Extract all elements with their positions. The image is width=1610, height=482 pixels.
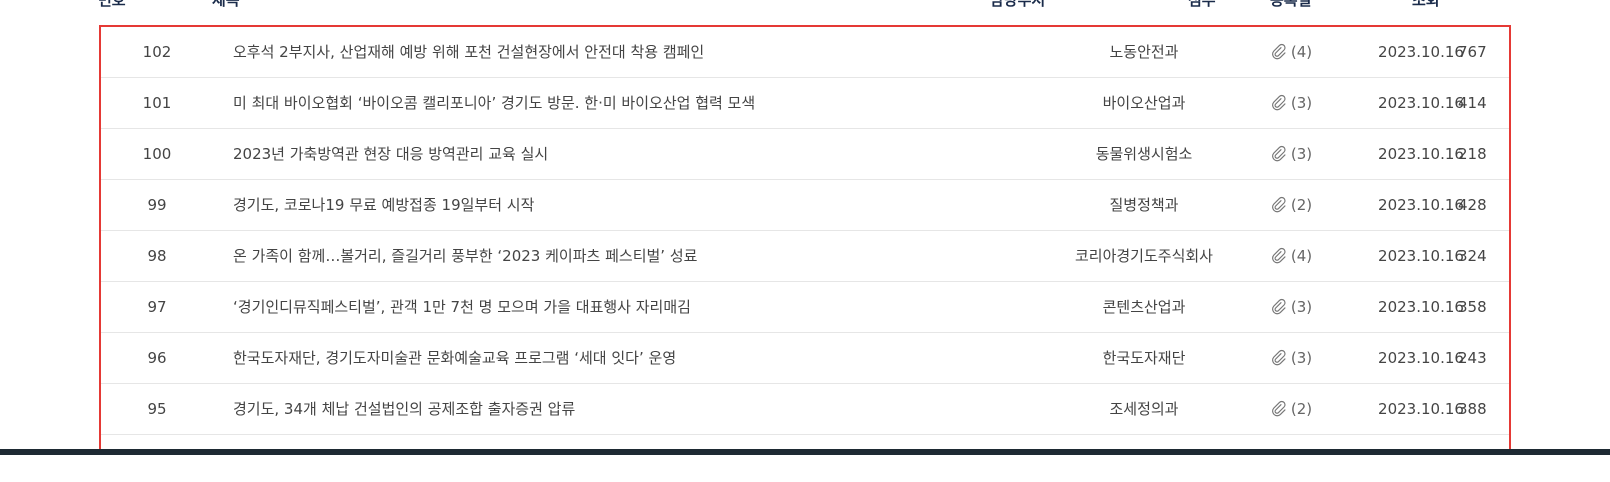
table-row[interactable]: 96 한국도자재단, 경기도자미술관 문화예술교육 프로그램 ‘세대 잇다’ 운… [101, 333, 1509, 384]
row-title-link[interactable]: 경기도, 코로나19 무료 예방접종 19일부터 시작 [233, 196, 534, 214]
row-title-link[interactable]: 오후석 2부지사, 산업재해 예방 위해 포천 건설현장에서 안전대 착용 캠페… [233, 43, 704, 61]
table-row[interactable]: 98 온 가족이 함께…볼거리, 즐길거리 풍부한 ‘2023 케이파츠 페스티… [101, 231, 1509, 282]
row-views: 243 [1458, 349, 1487, 367]
row-number: 100 [142, 145, 172, 163]
table-row[interactable]: 97 ‘경기인디뮤직페스티벌’, 관객 1만 7천 명 모으며 가을 대표행사 … [101, 282, 1509, 333]
header-date: 등록일 [1270, 0, 1312, 9]
row-number: 101 [142, 94, 172, 112]
row-views: 218 [1458, 145, 1487, 163]
row-title-link[interactable]: 한국도자재단, 경기도자미술관 문화예술교육 프로그램 ‘세대 잇다’ 운영 [233, 349, 676, 367]
row-title-link[interactable]: 경기도, 34개 체납 건설법인의 공제조합 출자증권 압류 [233, 400, 575, 418]
row-number: 95 [147, 400, 167, 418]
row-title-link[interactable]: 2023년 가축방역관 현장 대응 방역관리 교육 실시 [233, 145, 548, 163]
row-title-link[interactable]: 미 최대 바이오협회 ‘바이오콤 캘리포니아’ 경기도 방문. 한·미 바이오산… [233, 94, 755, 112]
table-header: 번호 제목 담당부서 첨부 등록일 조회 [98, 0, 1512, 9]
row-number: 96 [147, 349, 167, 367]
press-release-board: 번호 제목 담당부서 첨부 등록일 조회 102 오후석 2부지사, 산업재해 … [0, 0, 1610, 482]
footer-spacer [0, 455, 1610, 482]
table-row[interactable]: 102 오후석 2부지사, 산업재해 예방 위해 포천 건설현장에서 안전대 착… [101, 27, 1509, 78]
header-title: 제목 [212, 0, 240, 9]
table-row[interactable]: 95 경기도, 34개 체납 건설법인의 공제조합 출자증권 압류 조세정의과 … [101, 384, 1509, 435]
row-number: 97 [147, 298, 167, 316]
row-title-link[interactable]: 온 가족이 함께…볼거리, 즐길거리 풍부한 ‘2023 케이파츠 페스티벌’ … [233, 247, 697, 265]
row-title-link[interactable]: ‘경기인디뮤직페스티벌’, 관객 1만 7천 명 모으며 가을 대표행사 자리매… [233, 298, 691, 316]
table-row[interactable]: 99 경기도, 코로나19 무료 예방접종 19일부터 시작 질병정책과 (2)… [101, 180, 1509, 231]
row-views: 324 [1458, 247, 1487, 265]
table-row[interactable]: 101 미 최대 바이오협회 ‘바이오콤 캘리포니아’ 경기도 방문. 한·미 … [101, 78, 1509, 129]
row-number: 98 [147, 247, 167, 265]
row-views: 767 [1458, 43, 1487, 61]
table-body: 102 오후석 2부지사, 산업재해 예방 위해 포천 건설현장에서 안전대 착… [101, 27, 1509, 453]
header-views: 조회 [1412, 0, 1440, 9]
row-number: 99 [147, 196, 167, 214]
header-number: 번호 [98, 0, 126, 9]
table-row[interactable]: 100 2023년 가축방역관 현장 대응 방역관리 교육 실시 동물위생시험소… [101, 129, 1509, 180]
row-views: 428 [1458, 196, 1487, 214]
header-department: 담당부서 [990, 0, 1046, 9]
row-number: 102 [142, 43, 172, 61]
row-views: 414 [1458, 94, 1487, 112]
row-views: 388 [1458, 400, 1487, 418]
header-attachment: 첨부 [1188, 0, 1216, 9]
row-views: 358 [1458, 298, 1487, 316]
